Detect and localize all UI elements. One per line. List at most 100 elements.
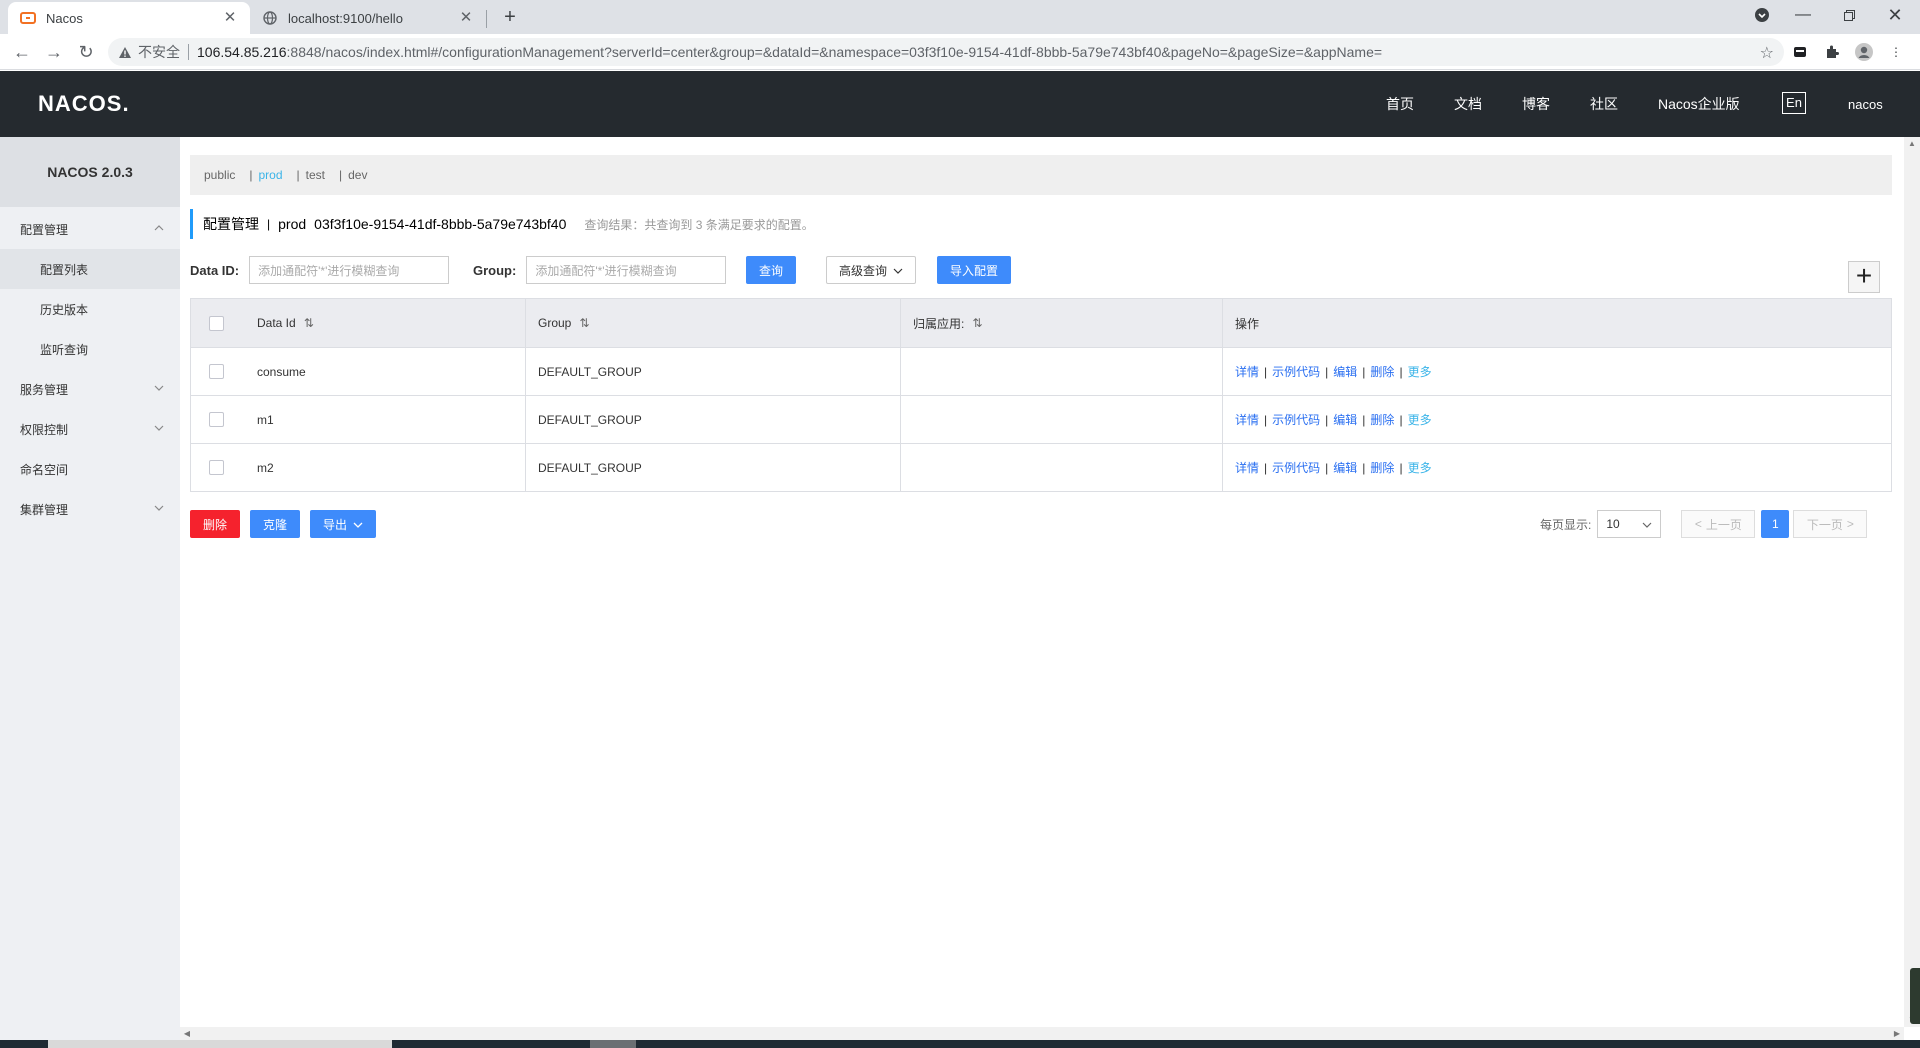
cell-actions: 详情 | 示例代码 | 编辑 | 删除 | 更多 — [1222, 444, 1893, 491]
sidebar-group-access-control[interactable]: 权限控制 — [0, 409, 180, 449]
sidebar-item-label: 权限控制 — [20, 422, 69, 437]
chevron-up-icon — [152, 221, 166, 235]
nav-blog[interactable]: 博客 — [1522, 71, 1550, 137]
forward-icon[interactable]: → — [42, 40, 66, 64]
action-delete-link[interactable]: 删除 — [1370, 363, 1394, 380]
namespace-public[interactable]: public — [204, 168, 235, 182]
tab-close-icon[interactable]: ✕ — [222, 10, 238, 26]
address-bar[interactable]: 不安全 106.54.85.216:8848/nacos/index.html#… — [108, 38, 1784, 66]
action-details-link[interactable]: 详情 — [1235, 459, 1259, 476]
language-toggle[interactable]: En — [1782, 92, 1806, 114]
chevron-right-icon: > — [1846, 517, 1854, 531]
sidebar-item-config-list[interactable]: 配置列表 — [0, 249, 180, 289]
sort-icon[interactable]: ⇅ — [304, 316, 314, 330]
puzzle-extensions-icon[interactable] — [1822, 42, 1842, 62]
scroll-up-icon[interactable]: ▲ — [1904, 137, 1920, 151]
action-details-link[interactable]: 详情 — [1235, 411, 1259, 428]
clone-button[interactable]: 克隆 — [250, 510, 300, 538]
tab-search-icon[interactable] — [1750, 0, 1774, 30]
query-button[interactable]: 查询 — [746, 256, 796, 284]
action-separator: | — [1325, 412, 1329, 427]
extension-panel-icon[interactable] — [1790, 42, 1810, 62]
column-header-group[interactable]: Group ⇅ — [525, 299, 900, 347]
group-input[interactable]: 添加通配符'*'进行模糊查询 — [526, 256, 727, 284]
restore-icon[interactable] — [1826, 0, 1872, 30]
action-details-link[interactable]: 详情 — [1235, 363, 1259, 380]
action-edit-link[interactable]: 编辑 — [1333, 363, 1357, 380]
sidebar-group-config-management[interactable]: 配置管理 — [0, 209, 180, 249]
back-icon[interactable]: ← — [10, 40, 34, 64]
pagination: 每页显示: 10 < 上一页 1 下一页 > — [1540, 510, 1868, 538]
taskbar-app[interactable] — [48, 1040, 392, 1048]
nacos-logo[interactable]: NACOS. — [38, 91, 130, 117]
action-more-link[interactable]: 更多 — [1408, 411, 1432, 428]
action-sample-code-link[interactable]: 示例代码 — [1272, 411, 1320, 428]
sort-icon[interactable]: ⇅ — [972, 316, 982, 330]
minimize-icon[interactable]: — — [1780, 0, 1826, 30]
query-button-wrap: 查询 — [746, 255, 796, 285]
add-config-button[interactable]: + — [1848, 261, 1880, 293]
action-sample-code-link[interactable]: 示例代码 — [1272, 459, 1320, 476]
cell-group: DEFAULT_GROUP — [525, 444, 900, 491]
horizontal-scrollbar[interactable]: ◀ ▶ — [180, 1027, 1904, 1040]
window-close-icon[interactable]: ✕ — [1872, 0, 1918, 30]
profile-avatar-icon[interactable] — [1854, 42, 1874, 62]
sidebar-group-cluster-management[interactable]: 集群管理 — [0, 489, 180, 529]
action-edit-link[interactable]: 编辑 — [1333, 459, 1357, 476]
nav-home[interactable]: 首页 — [1386, 71, 1414, 137]
sidebar-item-namespace[interactable]: 命名空间 — [0, 449, 180, 489]
column-header-data-id[interactable]: Data Id ⇅ — [241, 299, 525, 347]
sort-icon[interactable]: ⇅ — [579, 316, 589, 330]
nacos-favicon-icon — [20, 10, 36, 26]
page-number-current[interactable]: 1 — [1761, 510, 1790, 538]
row-checkbox[interactable] — [209, 460, 224, 475]
nav-community[interactable]: 社区 — [1590, 71, 1618, 137]
tab-nacos[interactable]: Nacos ✕ — [8, 2, 250, 34]
column-header-app[interactable]: 归属应用: ⇅ — [900, 299, 1222, 347]
namespace-dev[interactable]: dev — [348, 168, 367, 182]
taskbar-app[interactable] — [590, 1040, 636, 1048]
url-text[interactable]: 106.54.85.216:8848/nacos/index.html#/con… — [197, 44, 1382, 60]
new-tab-icon[interactable]: + — [498, 6, 522, 30]
nav-enterprise[interactable]: Nacos企业版 — [1658, 71, 1740, 137]
action-more-link[interactable]: 更多 — [1408, 459, 1432, 476]
tab-localhost[interactable]: localhost:9100/hello ✕ — [250, 2, 486, 34]
row-checkbox[interactable] — [209, 364, 224, 379]
bookmark-star-icon[interactable]: ☆ — [1760, 43, 1774, 63]
chrome-menu-icon[interactable]: ⋮ — [1886, 42, 1906, 62]
dataid-input[interactable]: 添加通配符'*'进行模糊查询 — [249, 256, 450, 284]
prev-page-button[interactable]: < 上一页 — [1681, 510, 1756, 538]
advanced-query-button[interactable]: 高级查询 — [826, 256, 916, 284]
action-delete-link[interactable]: 删除 — [1370, 411, 1394, 428]
batch-delete-button[interactable]: 删除 — [190, 510, 240, 538]
group-label: Group: — [473, 262, 517, 278]
next-page-button[interactable]: 下一页 > — [1793, 510, 1868, 538]
action-edit-link[interactable]: 编辑 — [1333, 411, 1357, 428]
cell-group: DEFAULT_GROUP — [525, 396, 900, 443]
page-size-select[interactable]: 10 — [1597, 510, 1662, 538]
warning-icon[interactable] — [118, 46, 132, 59]
security-label[interactable]: 不安全 — [138, 42, 180, 62]
action-more-link[interactable]: 更多 — [1408, 363, 1432, 380]
sidebar-item-history[interactable]: 历史版本 — [0, 289, 180, 329]
reload-icon[interactable]: ↻ — [74, 40, 98, 64]
page-size-value: 10 — [1606, 517, 1620, 531]
scroll-right-icon[interactable]: ▶ — [1890, 1027, 1904, 1040]
sidebar-group-service-management[interactable]: 服务管理 — [0, 369, 180, 409]
row-checkbox[interactable] — [209, 412, 224, 427]
export-button[interactable]: 导出 — [310, 510, 376, 538]
scroll-left-icon[interactable]: ◀ — [180, 1027, 194, 1040]
vertical-scrollbar[interactable]: ▲ ▼ — [1904, 137, 1920, 1027]
namespace-test[interactable]: test — [306, 168, 325, 182]
action-delete-link[interactable]: 删除 — [1370, 459, 1394, 476]
select-all-checkbox[interactable] — [209, 315, 224, 331]
cell-app — [900, 396, 1222, 443]
action-sample-code-link[interactable]: 示例代码 — [1272, 363, 1320, 380]
import-config-button[interactable]: 导入配置 — [937, 256, 1011, 284]
side-widget[interactable] — [1910, 968, 1920, 1024]
nav-docs[interactable]: 文档 — [1454, 71, 1482, 137]
tab-close-icon[interactable]: ✕ — [458, 10, 474, 26]
namespace-prod[interactable]: prod — [258, 168, 282, 182]
sidebar-item-listener-query[interactable]: 监听查询 — [0, 329, 180, 369]
user-name[interactable]: nacos — [1848, 71, 1883, 137]
